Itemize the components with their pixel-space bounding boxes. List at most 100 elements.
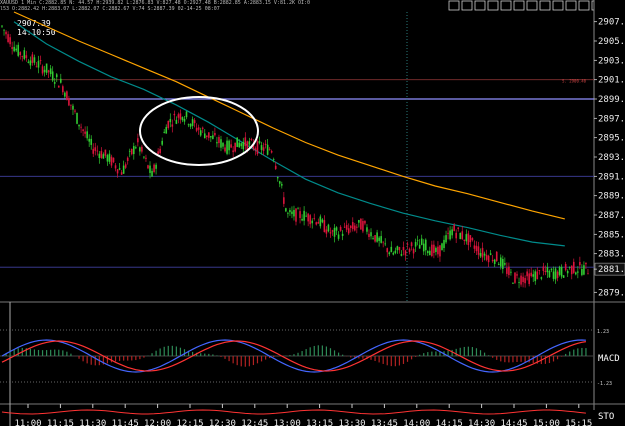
candle-body [408, 248, 411, 252]
candle-body [305, 215, 307, 217]
macd-signal-line [1, 340, 587, 372]
candle-body [175, 119, 178, 124]
ma-fast-line [13, 21, 565, 247]
candle-body [260, 145, 263, 150]
candle-body [106, 155, 109, 162]
candle-body [122, 165, 125, 174]
candle-body [548, 270, 551, 278]
candle-body [112, 157, 115, 163]
candle-body [339, 226, 342, 231]
candle-body [141, 146, 143, 152]
candle-body [43, 69, 46, 73]
candle-body [68, 98, 70, 106]
price-axis-panel [594, 0, 625, 426]
candle-body [266, 144, 269, 155]
candle-body [542, 266, 545, 271]
search-icon[interactable] [461, 0, 473, 11]
price-tick-label: 2897.0 [598, 114, 625, 124]
time-tick-label: 11:45 [112, 419, 139, 426]
settings-icon[interactable] [565, 0, 577, 11]
candle-body [366, 227, 368, 232]
close-icon[interactable] [604, 0, 616, 11]
candle-body [499, 257, 502, 267]
candle-body [149, 165, 151, 173]
candle-body [534, 271, 537, 282]
candle-body [108, 153, 111, 162]
candle-body [100, 151, 103, 158]
candle-body [508, 266, 510, 276]
candle-body [489, 253, 492, 255]
candle-body [278, 181, 281, 184]
candle-body [248, 141, 251, 145]
candle-body [402, 246, 405, 251]
price-tick-label: 2895.0 [598, 134, 625, 144]
eye-icon[interactable] [448, 0, 460, 11]
candle-body [281, 184, 283, 186]
candle-body [120, 172, 123, 175]
cross-icon[interactable] [500, 0, 512, 11]
chart-area[interactable]: 2907.0 2905.0 2903.0 2901.0 2899.0 2897.0 2895… [0, 0, 625, 426]
macd-line [1, 339, 586, 373]
candle-body [356, 226, 358, 228]
candle-body [491, 259, 494, 262]
grid-icon[interactable] [539, 0, 551, 11]
zoom-icon[interactable] [552, 0, 564, 11]
candle-body [167, 120, 170, 128]
hline-icon[interactable] [513, 0, 525, 11]
candle-body [139, 147, 141, 152]
candle-body [157, 151, 159, 154]
candle-body [528, 273, 530, 284]
candle-body [25, 55, 28, 58]
annotation-ellipse [139, 96, 259, 166]
candle-body [208, 132, 210, 138]
candle-body [378, 237, 380, 241]
candle-body [384, 243, 387, 245]
candle-body [394, 250, 397, 254]
candle-body [465, 234, 468, 242]
window-icon[interactable] [591, 0, 603, 11]
candle-body [301, 218, 303, 221]
sto-line [1, 409, 586, 415]
pointer-icon[interactable] [487, 0, 499, 11]
candle-body [392, 252, 395, 255]
candle-body [575, 272, 577, 275]
candle-body [335, 227, 338, 231]
candle-body [228, 140, 230, 151]
candle-body [349, 225, 352, 228]
candle-body [31, 54, 34, 63]
candle-body [307, 213, 309, 222]
candle-body [272, 159, 275, 161]
candle-body [570, 265, 573, 275]
candle-body [27, 61, 30, 63]
candle-body [195, 127, 198, 131]
candle-body [360, 218, 362, 230]
candle-body [337, 234, 340, 239]
price-tick-label: 2889.0 [598, 192, 625, 202]
candle-body [331, 230, 334, 232]
candle-body [203, 133, 206, 139]
candle-body [463, 239, 466, 241]
candle-body [309, 215, 311, 225]
price-tick-label: 2899.0 [598, 95, 625, 105]
header-line-2: l53 O:2882.42 H:2883.07 L:2882.07 C:2882… [0, 6, 220, 12]
candle-body [329, 232, 332, 234]
candle-body [587, 273, 589, 275]
candle-body [566, 270, 569, 274]
candle-body [396, 246, 399, 251]
candle-body [487, 255, 490, 263]
candle-body [343, 226, 346, 228]
candle-body [218, 136, 220, 144]
trend-icon[interactable] [526, 0, 538, 11]
candle-body [406, 243, 409, 245]
candle-body [283, 197, 285, 204]
candle-body [520, 275, 522, 285]
candle-body [497, 263, 500, 265]
candle-body [477, 246, 480, 255]
cursor-icon[interactable] [474, 0, 486, 11]
candle-body [55, 74, 58, 78]
candle-body [461, 231, 464, 240]
macd-lower-label: -1.23 [597, 381, 612, 387]
candle-body [422, 243, 425, 252]
candle-body [187, 124, 190, 126]
list-icon[interactable] [578, 0, 590, 11]
